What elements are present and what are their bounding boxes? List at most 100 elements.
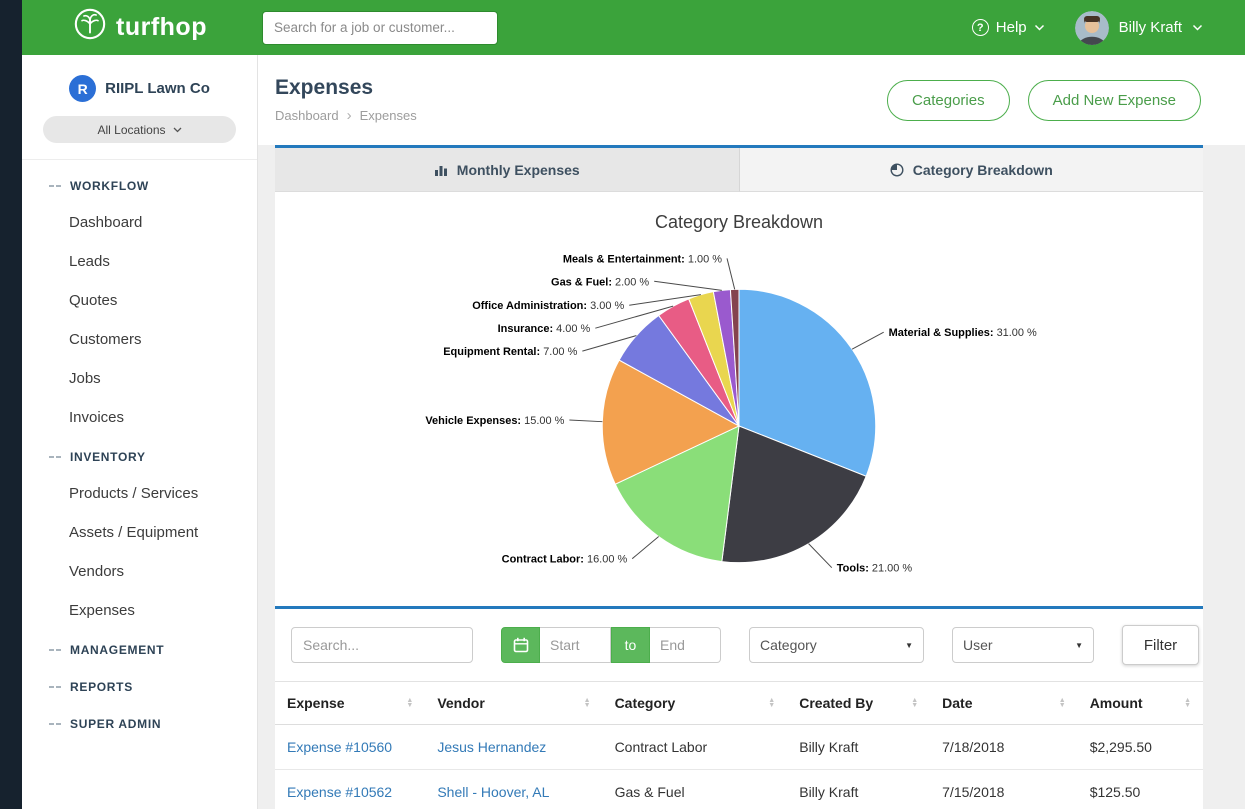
- table-row[interactable]: Expense #10560 Jesus Hernandez Contract La…: [275, 725, 1203, 770]
- calendar-icon: [513, 637, 529, 653]
- company-name: RIIPL Lawn Co: [105, 80, 210, 97]
- pie-label-line: [654, 281, 722, 290]
- help-label: Help: [996, 19, 1027, 36]
- pie-label-equipment-rental: Equipment Rental: 7.00 %: [443, 346, 577, 358]
- pie-label-gas-fuel: Gas & Fuel: 2.00 %: [551, 276, 649, 288]
- sort-icon[interactable]: ▲▼: [1176, 698, 1191, 709]
- cell-created-by: Billy Kraft: [787, 725, 930, 770]
- expense-link[interactable]: Expense #10562: [287, 784, 392, 800]
- pie-label-vehicle-expenses: Vehicle Expenses: 15.00 %: [425, 415, 564, 427]
- nav-section-management[interactable]: MANAGEMENT: [22, 630, 257, 667]
- column-header-expense[interactable]: Expense▲▼: [275, 682, 425, 725]
- sidebar-item-invoices[interactable]: Invoices: [22, 398, 257, 437]
- sidebar-item-expenses[interactable]: Expenses: [22, 591, 257, 630]
- collapse-dashes-icon: [49, 686, 61, 688]
- global-search-input[interactable]: [262, 11, 498, 45]
- pie-label-line: [852, 332, 884, 349]
- collapse-dashes-icon: [49, 456, 61, 458]
- sort-icon[interactable]: ▲▼: [903, 698, 918, 709]
- sidebar-item-leads[interactable]: Leads: [22, 242, 257, 281]
- sidebar-item-vendors[interactable]: Vendors: [22, 552, 257, 591]
- start-date-input[interactable]: [540, 627, 611, 663]
- pie-label-insurance: Insurance: 4.00 %: [498, 323, 591, 335]
- column-header-created-by[interactable]: Created By▲▼: [787, 682, 930, 725]
- breadcrumb-expenses: Expenses: [360, 108, 417, 123]
- help-menu[interactable]: ? Help: [972, 19, 1045, 36]
- pie-chart-icon: [890, 163, 904, 177]
- table-search-input[interactable]: [291, 627, 473, 663]
- chevron-down-icon: [1034, 24, 1045, 31]
- nav-section-super-admin[interactable]: SUPER ADMIN: [22, 704, 257, 741]
- sort-icon[interactable]: ▲▼: [398, 698, 413, 709]
- tab-category-breakdown[interactable]: Category Breakdown: [740, 148, 1204, 192]
- vendor-link[interactable]: Shell - Hoover, AL: [437, 784, 549, 800]
- pie-label-material-supplies: Material & Supplies: 31.00 %: [889, 327, 1037, 339]
- end-date-input[interactable]: [650, 627, 721, 663]
- location-selector[interactable]: All Locations: [43, 116, 236, 143]
- sidebar: R RIIPL Lawn Co All Locations WORKFLOWDa…: [22, 55, 258, 809]
- tabs: Monthly Expenses Category Breakdown: [275, 145, 1203, 192]
- category-select[interactable]: Category ▼: [749, 627, 924, 663]
- main: Expenses Dashboard › Expenses Categories…: [258, 55, 1245, 809]
- filter-button[interactable]: Filter: [1122, 625, 1199, 665]
- pie-label-office-administration: Office Administration: 3.00 %: [472, 300, 624, 312]
- cell-date: 7/18/2018: [930, 725, 1078, 770]
- column-header-amount[interactable]: Amount▲▼: [1078, 682, 1203, 725]
- column-header-vendor[interactable]: Vendor▲▼: [425, 682, 602, 725]
- pie-label-line: [632, 537, 658, 559]
- pie-label-line: [727, 258, 735, 289]
- select-arrow-icon: ▼: [1075, 641, 1083, 650]
- select-arrow-icon: ▼: [905, 641, 913, 650]
- breadcrumb: Dashboard › Expenses: [275, 107, 417, 124]
- chevron-down-icon: [173, 127, 182, 133]
- tab-monthly-expenses[interactable]: Monthly Expenses: [275, 148, 740, 192]
- categories-button[interactable]: Categories: [887, 80, 1010, 121]
- topbar-right: ? Help Billy Kraft: [972, 11, 1245, 45]
- sort-icon[interactable]: ▲▼: [760, 698, 775, 709]
- table-row[interactable]: Expense #10562Shell - Hoover, ALGas & Fu…: [275, 770, 1203, 809]
- collapse-dashes-icon: [49, 185, 61, 187]
- user-select[interactable]: User ▼: [952, 627, 1094, 663]
- content: Monthly Expenses Category Breakdown Cate…: [258, 145, 1245, 809]
- company-logo-icon: R: [69, 75, 96, 102]
- date-picker-button[interactable]: [501, 627, 540, 663]
- column-header-category[interactable]: Category▲▼: [603, 682, 788, 725]
- vendor-link[interactable]: Jesus Hernandez: [437, 739, 546, 755]
- avatar: [1075, 11, 1109, 45]
- cell-amount: $2,295.50: [1078, 725, 1203, 770]
- topbar: turfhop ? Help Billy: [22, 0, 1245, 55]
- sidebar-item-products-services[interactable]: Products / Services: [22, 474, 257, 513]
- cell-category: Contract Labor: [603, 725, 788, 770]
- sidebar-item-quotes[interactable]: Quotes: [22, 281, 257, 320]
- header-buttons: Categories Add New Expense: [887, 80, 1201, 121]
- expense-link[interactable]: Expense #10560: [287, 739, 392, 755]
- pie-label-tools: Tools: 21.00 %: [837, 563, 913, 575]
- page-header: Expenses Dashboard › Expenses Categories…: [258, 55, 1245, 145]
- expenses-table: Expense▲▼Vendor▲▼Category▲▼Created By▲▼D…: [275, 682, 1203, 809]
- chevron-down-icon: [1192, 24, 1203, 31]
- brand-logo[interactable]: turfhop: [22, 7, 258, 48]
- add-new-expense-button[interactable]: Add New Expense: [1028, 80, 1201, 121]
- user-menu[interactable]: Billy Kraft: [1075, 11, 1203, 45]
- location-label: All Locations: [97, 123, 165, 137]
- collapse-dashes-icon: [49, 649, 61, 651]
- cell-created-by: Billy Kraft: [787, 770, 930, 809]
- nav-section-workflow[interactable]: WORKFLOW: [22, 166, 257, 203]
- nav-section-inventory[interactable]: INVENTORY: [22, 437, 257, 474]
- user-name: Billy Kraft: [1119, 19, 1182, 36]
- sidebar-item-dashboard[interactable]: Dashboard: [22, 203, 257, 242]
- sidebar-item-assets-equipment[interactable]: Assets / Equipment: [22, 513, 257, 552]
- sort-icon[interactable]: ▲▼: [1051, 698, 1066, 709]
- pie-chart: Material & Supplies: 31.00 % Tools: 21.00…: [275, 235, 1203, 598]
- expenses-table-body: Expense #10560 Jesus Hernandez Contract La…: [275, 725, 1203, 809]
- table-toolbar: to Category ▼ User ▼: [275, 609, 1203, 682]
- turfhop-logo-icon: [73, 7, 107, 48]
- sidebar-item-jobs[interactable]: Jobs: [22, 359, 257, 398]
- left-edge-rail: [0, 0, 22, 809]
- column-header-date[interactable]: Date▲▼: [930, 682, 1078, 725]
- sort-icon[interactable]: ▲▼: [576, 698, 591, 709]
- nav-section-reports[interactable]: REPORTS: [22, 667, 257, 704]
- sidebar-nav: WORKFLOWDashboardLeadsQuotesCustomersJob…: [22, 160, 257, 741]
- sidebar-item-customers[interactable]: Customers: [22, 320, 257, 359]
- breadcrumb-dashboard[interactable]: Dashboard: [275, 108, 339, 123]
